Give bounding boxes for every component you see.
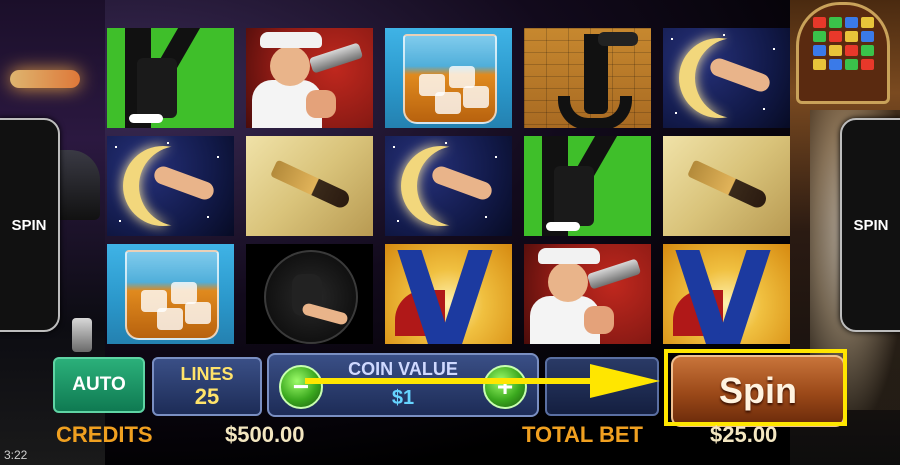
spat-shoe-icon	[129, 114, 163, 123]
whiskey-glass-icon	[125, 250, 219, 340]
right-spin-label: SPIN	[853, 216, 889, 234]
coin-value-selector: COIN VALUE $1 − +	[267, 353, 539, 417]
reel-grid	[107, 28, 790, 346]
star-icon	[167, 142, 169, 144]
star-icon	[763, 108, 765, 110]
reel-symbol-bullet	[663, 136, 790, 236]
star-icon	[393, 146, 395, 148]
gangster-face-icon	[270, 46, 310, 86]
auto-label: AUTO	[72, 374, 126, 395]
slot-game-screen: SPIN SPIN AUTO LINES 25 COIN VALUE $1 − …	[0, 0, 900, 465]
reel-symbol-whiskey-glass	[385, 28, 512, 128]
ice-cube-icon	[435, 92, 461, 114]
right-spin-button[interactable]: SPIN	[840, 118, 900, 332]
coin-decrease-button[interactable]: −	[279, 365, 323, 409]
reel-symbol-lady-moon	[246, 244, 373, 344]
reel-symbol-k-gangster	[524, 136, 651, 236]
reel-symbol-gangster-gun	[524, 244, 651, 344]
reel-symbol-moon-leg	[663, 28, 790, 128]
fedora-icon	[538, 248, 600, 264]
fist-icon	[306, 90, 336, 118]
star-icon	[675, 112, 677, 114]
star-icon	[723, 34, 725, 36]
clock: 3:22	[4, 448, 28, 462]
reel-symbol-a-legs	[663, 244, 790, 344]
auto-button[interactable]: AUTO	[53, 357, 145, 413]
spin-highlight-frame	[664, 349, 847, 426]
letter-j-hook	[558, 96, 632, 128]
star-icon	[207, 216, 209, 218]
star-icon	[445, 142, 447, 144]
ice-cube-icon	[157, 308, 183, 330]
fedora-icon	[598, 32, 638, 46]
ice-cube-icon	[185, 302, 211, 324]
star-icon	[397, 220, 399, 222]
lines-display[interactable]: LINES 25	[152, 357, 262, 416]
gangster-leg-icon	[137, 58, 177, 118]
lines-value: 25	[194, 383, 220, 409]
credits-label: CREDITS	[56, 422, 153, 447]
letter-a-right	[437, 250, 493, 344]
star-icon	[671, 38, 673, 40]
letter-a-right	[715, 250, 771, 344]
reel-symbol-a-legs	[385, 244, 512, 344]
bullet-icon	[687, 159, 769, 211]
credits-value: $500.00	[225, 422, 305, 447]
ice-cube-icon	[449, 66, 475, 88]
star-icon	[773, 48, 775, 50]
neon-sign	[10, 70, 80, 88]
left-spin-button[interactable]: SPIN	[0, 118, 60, 332]
reel-symbol-j-gangster	[524, 28, 651, 128]
pointer-arrow-shaft	[305, 378, 595, 384]
whiskey-glass-icon	[403, 34, 497, 124]
left-spin-label: SPIN	[11, 216, 47, 234]
reel-symbol-bullet	[246, 136, 373, 236]
gangster-leg-icon	[554, 166, 594, 226]
jukebox-icon	[796, 2, 890, 104]
lines-label: LINES	[180, 363, 234, 384]
total-bet-label: TOTAL BET	[522, 422, 643, 447]
star-icon	[119, 220, 121, 222]
gangster-face-icon	[548, 262, 588, 302]
reel-symbol-k-gangster	[107, 28, 234, 128]
star-icon	[115, 146, 117, 148]
bullet-icon	[270, 159, 352, 211]
star-icon	[217, 156, 219, 158]
reel-symbol-moon-leg	[107, 136, 234, 236]
total-bet-value: $25.00	[710, 422, 778, 447]
star-icon	[485, 216, 487, 218]
pointer-arrow-icon	[590, 364, 660, 398]
star-icon	[495, 156, 497, 158]
coin-increase-button[interactable]: +	[483, 365, 527, 409]
reel-symbol-gangster-gun	[246, 28, 373, 128]
ice-cube-icon	[463, 86, 489, 108]
jukebox-lights	[813, 17, 875, 70]
reel-symbol-whiskey-glass	[107, 244, 234, 344]
ice-cube-icon	[171, 282, 197, 304]
fist-icon	[584, 306, 614, 334]
reel-symbol-moon-leg	[385, 136, 512, 236]
fedora-icon	[260, 32, 322, 48]
spat-shoe-icon	[546, 222, 580, 231]
